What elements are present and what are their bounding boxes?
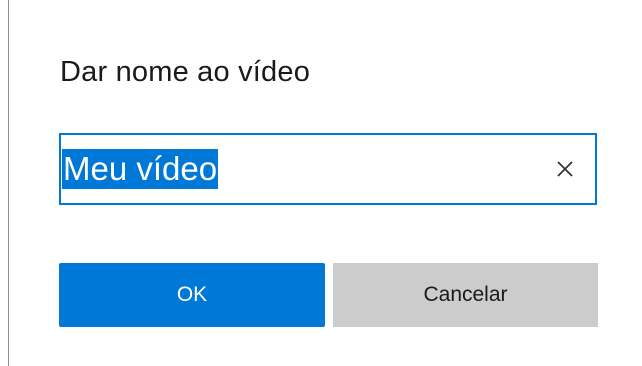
dialog-title: Dar nome ao vídeo bbox=[60, 56, 311, 88]
video-name-selected-text[interactable]: Meu vídeo bbox=[62, 149, 219, 189]
close-icon[interactable] bbox=[553, 157, 577, 181]
video-name-input[interactable]: Meu vídeo bbox=[59, 133, 597, 205]
dialog-border bbox=[8, 0, 9, 366]
rename-video-dialog: Dar nome ao vídeo Meu vídeo OK Cancelar bbox=[0, 0, 642, 366]
clear-input-close-icon bbox=[557, 161, 573, 177]
ok-button[interactable]: OK bbox=[59, 263, 325, 327]
cancel-button[interactable]: Cancelar bbox=[333, 263, 598, 327]
